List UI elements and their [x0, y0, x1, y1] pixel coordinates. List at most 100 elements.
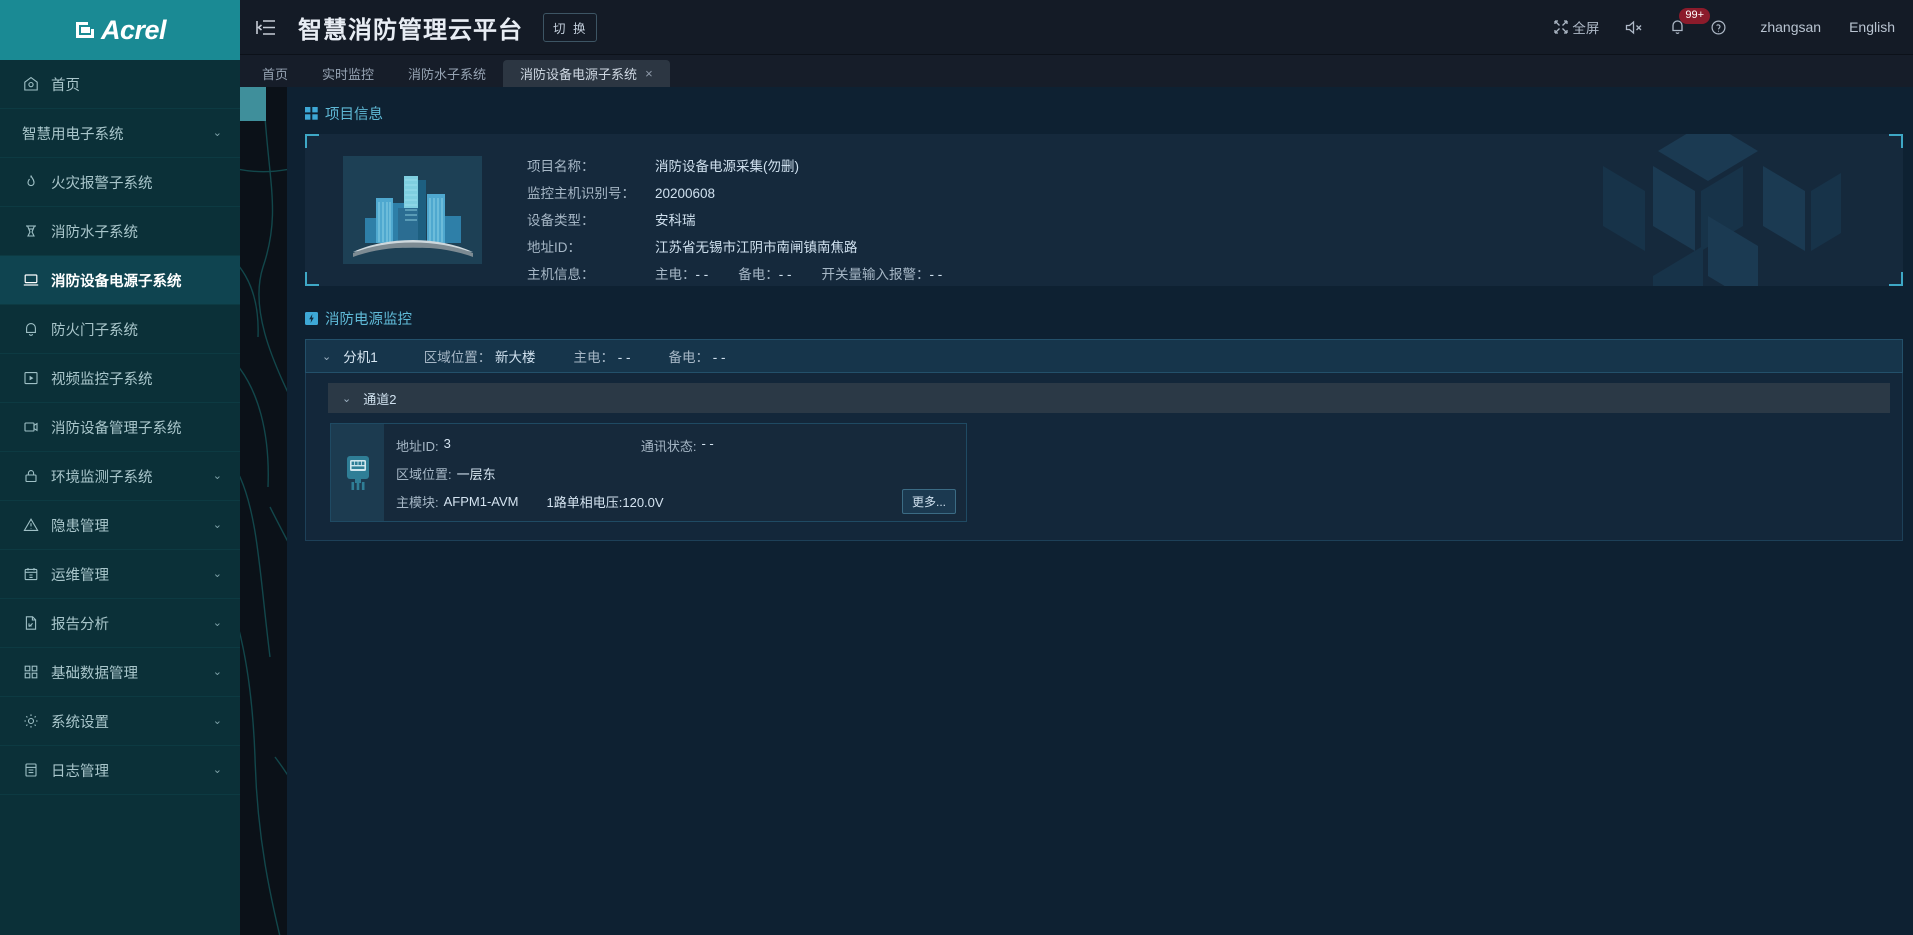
sidebar-item-label: 日志管理 [51, 763, 109, 780]
tab-4[interactable]: 消防设备电源子系统 × [503, 60, 670, 87]
notifications-button[interactable]: 99+ [1670, 8, 1711, 35]
sidebar-item-2[interactable]: 智慧用电子系统 ⌄ [0, 109, 240, 158]
device-address-value: 3 [443, 436, 451, 451]
sidebar-item-13[interactable]: 基础数据管理 ⌄ [0, 648, 240, 697]
chevron-down-icon[interactable]: ⌄ [322, 350, 331, 363]
device-comm-value: - - [701, 436, 714, 451]
right-pane: 智慧消防管理云平台 切 换 全屏 99+ zhangsan English 首页… [240, 0, 1913, 935]
content-wrapper: 项目信息 项目名称： 消防设备电源采集(勿删) 监控主机识别号： 2020060… [240, 87, 1913, 935]
project-field-label: 地址ID： [527, 240, 581, 255]
warning-triangle-icon [22, 516, 40, 534]
project-field-label: 项目名称： [527, 159, 595, 174]
hamburger-icon[interactable] [240, 0, 292, 55]
chevron-down-icon[interactable]: ⌄ [213, 715, 222, 727]
group-field-main-power: 主电： - - [574, 346, 631, 366]
project-section-title: 项目信息 [325, 107, 383, 123]
sidebar-item-label: 火灾报警子系统 [51, 175, 153, 192]
channel-row[interactable]: ⌄ 通道2 [328, 383, 1890, 413]
chevron-down-icon[interactable]: ⌄ [342, 392, 351, 405]
project-field-row: 监控主机识别号： 20200608 [527, 183, 972, 204]
device-card[interactable]: 地址ID: 3 通讯状态: - - 区域位置: 一层东 主模块: AFPM1-A… [330, 423, 967, 522]
brand-logo[interactable]: Acrel [0, 0, 240, 60]
sidebar-item-14[interactable]: 系统设置 ⌄ [0, 697, 240, 746]
tab-1[interactable]: 首页 [245, 60, 305, 87]
language-switch[interactable]: English [1849, 19, 1895, 35]
switch-button[interactable]: 切 换 [543, 12, 598, 42]
group-field-area-label: 区域位置： [423, 350, 492, 365]
gear-icon [22, 712, 40, 730]
monitor-section-header: 消防电源监控 [305, 308, 1903, 329]
chevron-down-icon[interactable]: ⌄ [213, 617, 222, 629]
sidebar-item-label: 首页 [51, 77, 80, 94]
decorative-map-strip [240, 87, 287, 935]
group-field-main-power-label: 主电： [573, 350, 615, 365]
sidebar-item-15[interactable]: 日志管理 ⌄ [0, 746, 240, 795]
help-button[interactable] [1711, 19, 1726, 35]
group-field-area: 区域位置： 新大楼 [424, 346, 536, 366]
fullscreen-button[interactable]: 全屏 [1554, 17, 1599, 37]
sidebar-item-10[interactable]: 隐患管理 ⌄ [0, 501, 240, 550]
lock-icon [22, 467, 40, 485]
project-field-value: 20200608 [655, 186, 716, 201]
chevron-down-icon[interactable]: ⌄ [213, 127, 222, 139]
chevron-down-icon[interactable]: ⌄ [213, 519, 222, 531]
sidebar-item-label: 消防水子系统 [51, 224, 138, 241]
project-field-value: 江苏省无锡市江阴市南闸镇南焦路 [655, 240, 858, 255]
host-info-key: 开关量输入报警： [821, 267, 930, 282]
sidebar-item-1[interactable]: 首页 [0, 60, 240, 109]
speaker-mute-icon [1625, 20, 1644, 35]
group-row-header[interactable]: ⌄ 分机1 区域位置： 新大楼 主电： - - 备电： - - [305, 339, 1903, 373]
brand-name: Acrel [100, 14, 167, 45]
sidebar-collapse-button[interactable] [240, 87, 266, 121]
group-field-backup-power: 备电： - - [669, 346, 726, 366]
main-content: 项目信息 项目名称： 消防设备电源采集(勿删) 监控主机识别号： 2020060… [287, 87, 1913, 935]
sidebar-item-9[interactable]: 环境监测子系统 ⌄ [0, 452, 240, 501]
chevron-down-icon[interactable]: ⌄ [213, 666, 222, 678]
device-voltage-value: 1路单相电压:120.0V [546, 495, 664, 510]
tab-label: 消防水子系统 [408, 67, 487, 82]
tab-label: 实时监控 [322, 67, 375, 82]
device-line-3: 主模块: AFPM1-AVM 1路单相电压:120.0V [396, 492, 954, 511]
device-comm-label: 通讯状态: [640, 439, 697, 454]
host-info-key: 主电： [655, 267, 696, 282]
close-icon[interactable]: × [645, 66, 653, 81]
device-area-value: 一层东 [456, 467, 496, 482]
username-label[interactable]: zhangsan [1760, 19, 1821, 35]
sidebar-item-label: 隐患管理 [51, 518, 109, 535]
calendar-icon [22, 565, 40, 583]
tab-3[interactable]: 消防水子系统 [391, 60, 503, 87]
power-meter-icon [331, 424, 384, 521]
project-field-row: 设备类型： 安科瑞 [527, 210, 972, 231]
city-skyline-image [343, 156, 482, 264]
more-button[interactable]: 更多... [901, 489, 956, 514]
sidebar-item-8[interactable]: 消防设备管理子系统 [0, 403, 240, 452]
grid-squares-icon [305, 107, 318, 120]
chevron-down-icon[interactable]: ⌄ [213, 470, 222, 482]
sidebar-item-6[interactable]: 防火门子系统 [0, 305, 240, 354]
grid-icon [22, 663, 40, 681]
device-line-1: 地址ID: 3 通讯状态: - - [396, 436, 954, 455]
mute-button[interactable] [1625, 20, 1644, 35]
video-icon [22, 369, 40, 387]
project-section-header: 项目信息 [305, 103, 1903, 124]
sidebar-item-label: 报告分析 [51, 616, 109, 633]
project-field-row: 项目名称： 消防设备电源采集(勿删) [527, 156, 972, 177]
chevron-down-icon[interactable]: ⌄ [213, 568, 222, 580]
tab-label: 首页 [262, 67, 289, 82]
sidebar-item-11[interactable]: 运维管理 ⌄ [0, 550, 240, 599]
sidebar-nav: 首页智慧用电子系统 ⌄ 火灾报警子系统 消防水子系统消防设备电源子系统 防火门子系统 视频… [0, 60, 240, 935]
tab-2[interactable]: 实时监控 [305, 60, 391, 87]
group-field-backup-power-value: - - [712, 350, 726, 365]
app-root: Acrel 首页 智慧用电子系统 ⌄ 火灾报警子系统 消防水子系统 消防设备电源子系统 防火… [0, 0, 1913, 935]
sidebar-item-4[interactable]: 消防水子系统 [0, 207, 240, 256]
water-icon [22, 222, 40, 240]
project-info-body: 项目名称： 消防设备电源采集(勿删) 监控主机识别号： 20200608 设备类型： 安科… [305, 134, 1903, 286]
chevron-down-icon[interactable]: ⌄ [213, 764, 222, 776]
power-monitor-panel: ⌄ 分机1 区域位置： 新大楼 主电： - - 备电： - - ⌄ 通道2 地址… [305, 339, 1903, 541]
sidebar-item-label: 基础数据管理 [51, 665, 138, 682]
sidebar-item-3[interactable]: 火灾报警子系统 [0, 158, 240, 207]
device-area-label: 区域位置: [396, 467, 452, 482]
sidebar-item-7[interactable]: 视频监控子系统 [0, 354, 240, 403]
sidebar-item-12[interactable]: 报告分析 ⌄ [0, 599, 240, 648]
sidebar-item-5[interactable]: 消防设备电源子系统 [0, 256, 240, 305]
